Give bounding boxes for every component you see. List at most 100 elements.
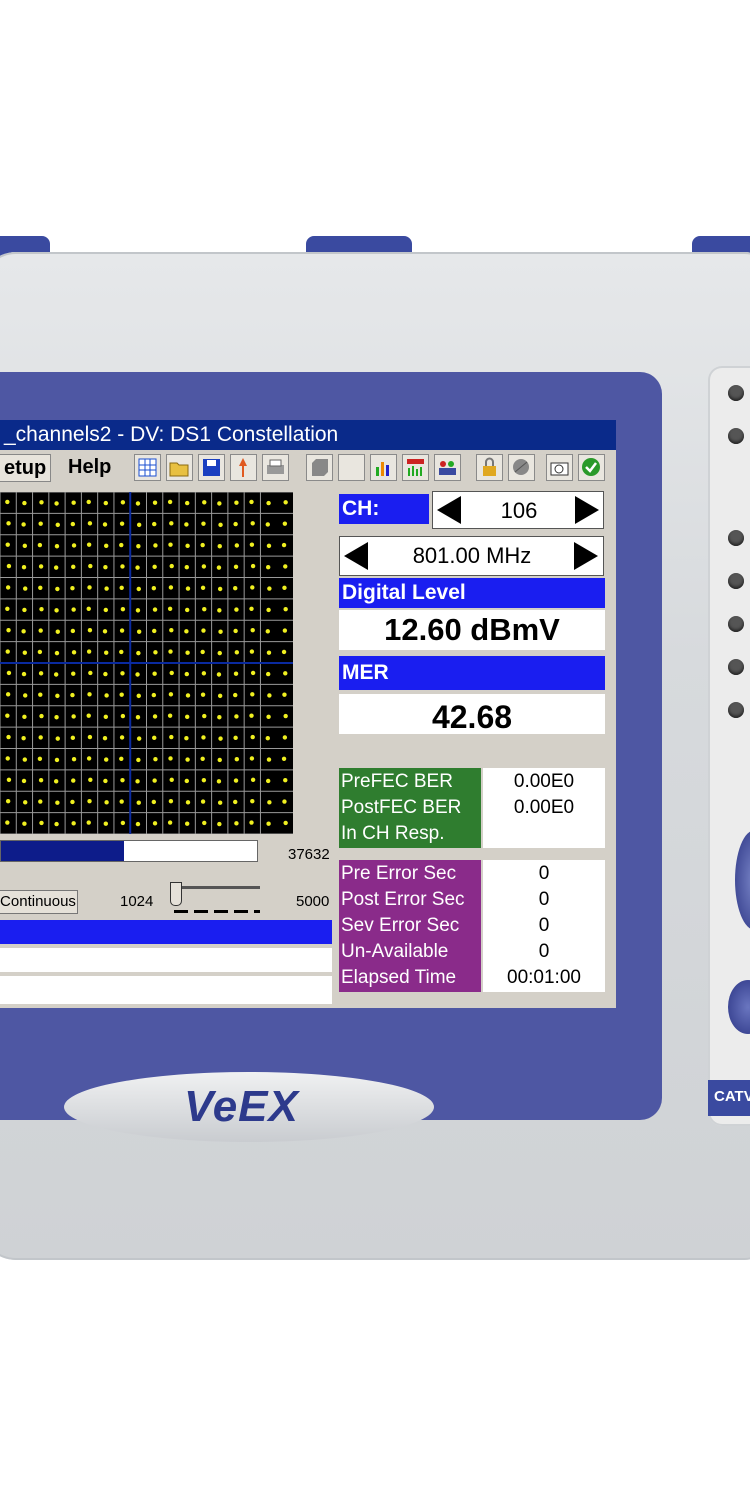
- indicator-led-icon: [728, 702, 744, 718]
- error-row-value: 0: [538, 941, 550, 962]
- frequency-selector[interactable]: 801.00 MHz: [339, 536, 604, 576]
- save-icon[interactable]: [198, 454, 225, 481]
- constellation-point: [250, 777, 256, 782]
- constellation-point: [281, 649, 287, 655]
- menu-setup[interactable]: etup: [0, 454, 52, 482]
- constellation-point: [22, 714, 27, 720]
- constellation-point: [5, 756, 10, 761]
- constellation-point: [136, 736, 142, 741]
- constellation-point: [250, 670, 256, 676]
- constellation-point: [21, 565, 27, 570]
- constellation-point: [200, 799, 206, 804]
- slider-ticks: [174, 910, 260, 913]
- print-icon[interactable]: [262, 454, 289, 481]
- gray-box-icon[interactable]: [306, 454, 333, 481]
- constellation-point: [39, 820, 44, 826]
- bar-chart-icon[interactable]: [370, 454, 397, 481]
- constellation-point: [185, 757, 190, 762]
- constellation-point: [119, 799, 124, 804]
- globe-icon[interactable]: [508, 454, 535, 481]
- constellation-point: [55, 736, 60, 741]
- status-bar-blue: [0, 920, 332, 944]
- constellation-point: [233, 735, 238, 741]
- constellation-point: [169, 627, 174, 633]
- constellation-point: [233, 521, 238, 527]
- constellation-point: [86, 606, 91, 611]
- continuous-button[interactable]: Continuous: [0, 890, 78, 914]
- constellation-point: [233, 799, 238, 805]
- constellation-point: [265, 629, 270, 634]
- constellation-point: [37, 756, 43, 761]
- constellation-point: [87, 734, 93, 740]
- constellation-point: [265, 671, 271, 677]
- constellation-point: [71, 650, 77, 655]
- constellation-point: [250, 627, 255, 633]
- channel-prev-arrow-icon[interactable]: [437, 496, 461, 524]
- frequency-prev-arrow-icon[interactable]: [344, 542, 368, 570]
- constellation-point: [70, 735, 76, 741]
- constellation-point: [6, 627, 11, 633]
- constellation-point: [283, 820, 288, 826]
- slider-thumb[interactable]: [170, 882, 182, 906]
- constellation-point: [249, 606, 254, 611]
- constellation-point: [234, 543, 240, 548]
- constellation-point: [87, 521, 93, 526]
- channel-label: CH:: [339, 494, 429, 524]
- sample-slider[interactable]: [166, 882, 266, 916]
- folder-open-icon[interactable]: [166, 454, 193, 481]
- frequency-next-arrow-icon[interactable]: [574, 542, 598, 570]
- channel-next-arrow-icon[interactable]: [575, 496, 599, 524]
- menu-help[interactable]: Help: [64, 454, 115, 480]
- error-row-value: 0: [538, 889, 550, 910]
- constellation-point: [266, 543, 272, 549]
- constellation-point: [153, 543, 158, 548]
- constellation-point: [71, 500, 76, 505]
- lock-icon[interactable]: [476, 454, 503, 481]
- side-label: CATV: [714, 1088, 750, 1105]
- window-title-bar: _channels2 - DV: DS1 Constellation: [0, 420, 616, 450]
- channel-selector[interactable]: 106: [432, 491, 604, 529]
- constellation-point: [266, 757, 272, 762]
- constellation-point: [22, 650, 28, 655]
- spectrum-icon[interactable]: [402, 454, 429, 481]
- constellation-point: [249, 756, 255, 761]
- constellation-point: [185, 650, 190, 655]
- constellation-point: [267, 693, 272, 698]
- constellation-point: [265, 736, 270, 741]
- camera-icon[interactable]: [546, 454, 573, 481]
- constellation-point: [6, 563, 12, 569]
- constellation-point: [167, 820, 173, 825]
- constellation-point: [153, 650, 158, 655]
- menu-bar: etup Help: [0, 451, 616, 483]
- network-icon[interactable]: [434, 454, 461, 481]
- constellation-point: [38, 521, 43, 526]
- constellation-point: [234, 607, 239, 612]
- constellation-point: [169, 563, 174, 569]
- check-icon[interactable]: [578, 454, 605, 481]
- blank-icon[interactable]: [338, 454, 365, 481]
- constellation-point: [265, 565, 271, 570]
- constellation-point: [282, 521, 288, 526]
- constellation-point: [104, 543, 109, 549]
- constellation-point: [54, 757, 60, 763]
- constellation-point: [217, 821, 222, 827]
- constellation-point: [104, 800, 109, 805]
- constellation-point: [202, 500, 207, 505]
- constellation-point: [184, 607, 190, 613]
- grid-icon[interactable]: [134, 454, 161, 481]
- constellation-point: [54, 544, 60, 549]
- error-row-label: Un-Available: [341, 941, 449, 962]
- slider-min-label: 1024: [120, 893, 154, 910]
- constellation-point: [6, 777, 12, 782]
- constellation-point: [265, 522, 270, 527]
- constellation-point: [184, 714, 190, 720]
- constellation-point: [21, 522, 26, 527]
- constellation-point: [250, 798, 255, 804]
- constellation-point: [217, 693, 223, 699]
- pin-icon[interactable]: [230, 454, 257, 481]
- constellation-point: [136, 544, 141, 549]
- constellation-point: [281, 542, 287, 548]
- constellation-point: [282, 692, 287, 697]
- constellation-point: [135, 821, 141, 827]
- constellation-point: [119, 692, 124, 697]
